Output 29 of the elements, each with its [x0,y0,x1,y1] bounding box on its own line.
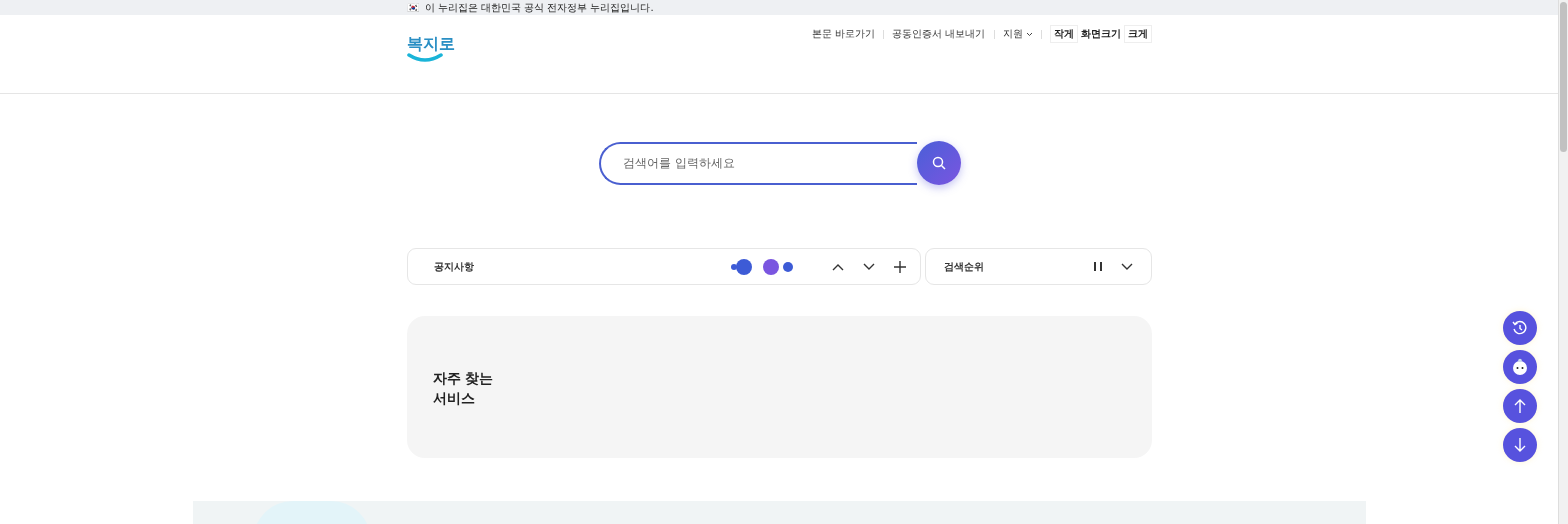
search-icon [932,156,946,170]
font-smaller-button[interactable]: 작게 [1049,25,1078,43]
scrollbar[interactable] [1558,0,1568,524]
font-size-label: 화면크기 [1080,27,1121,41]
logo[interactable]: 복지로 [406,35,455,62]
search-button[interactable] [917,141,961,185]
scroll-bottom-button[interactable] [1503,428,1537,462]
utility-link[interactable]: 공동인증서 내보내기 [892,27,986,41]
pause-icon[interactable] [1093,262,1102,271]
chevron-down-icon [1025,31,1033,37]
robot-face-icon [1510,357,1530,377]
null [406,53,443,62]
gov-notice-text: 이 누리집은 대한민국 공식 전자정부 누리집입니다. [424,1,654,15]
chevron-down-icon[interactable] [862,262,875,271]
services-heading: 자주 찾는 서비스 [432,369,495,408]
search-field[interactable]: 검색어를 입력하세요 [599,141,917,185]
notice-title: 공지사항 [433,259,474,274]
chatbot-button[interactable] [1503,350,1537,384]
ranking-title: 검색순위 [943,259,984,274]
font-larger-button[interactable]: 크게 [1123,25,1152,43]
history-button[interactable] [1503,311,1537,345]
chevron-up-icon[interactable] [831,262,844,271]
flag-icon: 🇰🇷 [406,2,419,13]
scroll-top-button[interactable] [1503,389,1537,423]
support-dropdown[interactable]: 지원 [1002,27,1033,41]
utility-link[interactable]: 본문 바로가기 [812,27,876,41]
plus-icon[interactable] [893,260,906,273]
chevron-down-icon[interactable] [1120,262,1133,271]
dots-drawing [729,257,794,276]
